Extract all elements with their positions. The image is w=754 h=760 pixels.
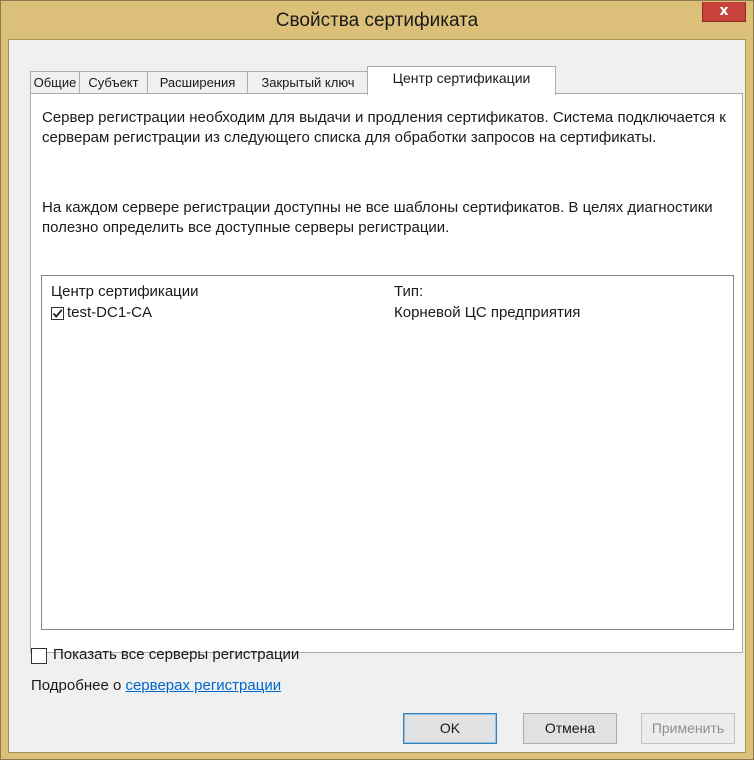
show-all-servers-checkbox[interactable] bbox=[31, 648, 47, 664]
cancel-button[interactable]: Отмена bbox=[523, 713, 617, 744]
tab-general[interactable]: Общие bbox=[30, 71, 80, 94]
title-bar[interactable]: Свойства сертификата x bbox=[1, 1, 753, 39]
column-header-type[interactable]: Тип: bbox=[394, 283, 423, 300]
close-button[interactable]: x bbox=[702, 2, 746, 22]
description-paragraph-1: Сервер регистрации необходим для выдачи … bbox=[42, 109, 726, 146]
tab-extensions[interactable]: Расширения bbox=[147, 71, 248, 94]
learn-more-line: Подробнее о серверах регистрации bbox=[31, 677, 281, 694]
list-item-checkbox[interactable] bbox=[51, 307, 64, 320]
list-item[interactable]: test-DC1-CA Корневой ЦС предприятия bbox=[42, 303, 733, 323]
list-item-name: test-DC1-CA bbox=[67, 304, 153, 321]
tab-private-key[interactable]: Закрытый ключ bbox=[247, 71, 369, 94]
tab-subject[interactable]: Субъект bbox=[79, 71, 148, 94]
dialog-title: Свойства сертификата bbox=[275, 10, 479, 31]
dialog-client-area: Общие Субъект Расширения Закрытый ключ Ц… bbox=[8, 39, 746, 753]
description-paragraph-2: На каждом сервере регистрации доступны н… bbox=[42, 199, 713, 236]
enrollment-servers-link[interactable]: серверах регистрации bbox=[125, 677, 281, 694]
column-header-ca[interactable]: Центр сертификации bbox=[51, 283, 199, 300]
certificate-properties-dialog: Свойства сертификата x Общие Субъект Рас… bbox=[0, 0, 754, 760]
learn-more-text: Подробнее о bbox=[31, 677, 126, 694]
enrollment-servers-list[interactable]: Центр сертификации Тип: test-DC1-CA Корн… bbox=[41, 275, 734, 630]
tab-certification-authority[interactable]: Центр сертификации bbox=[367, 66, 556, 95]
checkmark-icon bbox=[52, 309, 63, 318]
close-icon: x bbox=[719, 3, 729, 19]
apply-button[interactable]: Применить bbox=[641, 713, 735, 744]
ok-button[interactable]: OK bbox=[403, 713, 497, 744]
list-item-type: Корневой ЦС предприятия bbox=[394, 304, 581, 321]
show-all-servers-label[interactable]: Показать все серверы регистрации bbox=[53, 646, 299, 663]
tab-panel-certification-authority: Сервер регистрации необходим для выдачи … bbox=[30, 93, 743, 653]
